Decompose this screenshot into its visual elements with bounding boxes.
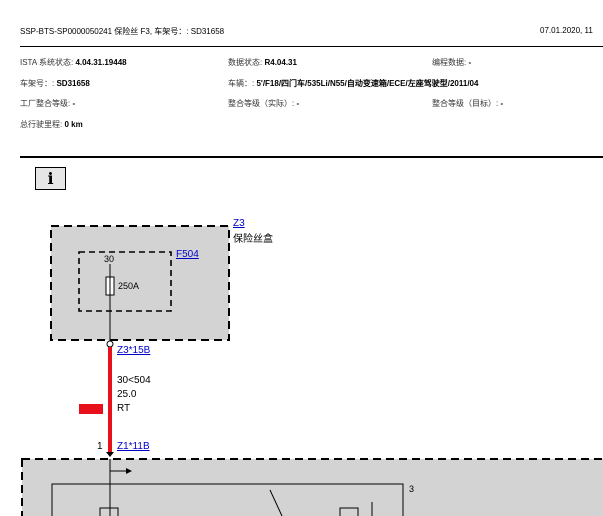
wire-color-code: RT [117,403,131,414]
wiring-diagram [21,225,603,516]
lower-box-number: 3 [409,484,415,494]
connector-z3-15b-link[interactable]: Z3*15B [117,345,150,356]
wire-cross-section: 25.0 [117,389,137,400]
f504-link[interactable]: F504 [176,249,199,260]
z3-description: 保险丝盒 [233,234,273,245]
connector-z1-11b-symbol [106,452,114,457]
lower-component-box [21,458,603,516]
fuse-box-z3 [50,225,230,341]
connector-z1-11b-pin: 1 [97,441,103,452]
fuse-rating: 250A [118,281,140,291]
fuse-pin-number: 30 [104,254,115,264]
connector-z3-15b-symbol [106,340,114,348]
wire-signal-label: 30<504 [117,375,151,386]
connector-z1-11b-link[interactable]: Z1*11B [117,441,150,452]
wire-color-swatch [79,404,103,414]
z3-link[interactable]: Z3 [233,218,245,229]
